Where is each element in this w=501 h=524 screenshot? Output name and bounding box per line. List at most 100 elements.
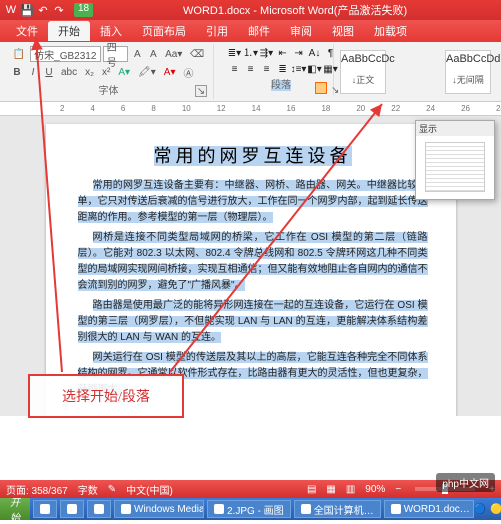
italic-button[interactable]: I xyxy=(26,64,40,80)
word-app-icon[interactable]: W xyxy=(4,3,18,17)
document-area[interactable]: 常用的网罗互连设备 常用的网罗互连设备主要有：中继器、网桥、路由器、网关。中继器… xyxy=(0,116,501,416)
paragraph[interactable]: 网桥是连接不同类型局域网的桥梁，它工作在 OSI 模型的第二层（链路层）。它能对… xyxy=(78,230,428,294)
language-status[interactable]: 中文(中国) xyxy=(126,482,173,497)
page-thumbnail[interactable] xyxy=(425,142,485,192)
change-case-icon[interactable]: Aa▾ xyxy=(162,46,185,62)
task-app-icon xyxy=(67,504,77,514)
char-shading-icon[interactable]: Ⓐ xyxy=(180,64,196,80)
style-tile-nospacing[interactable]: AaBbCcDd ↓无间隔 xyxy=(445,50,491,94)
tab-加载项[interactable]: 加载项 xyxy=(364,21,417,41)
watermark-baidu: Bai经验 xyxy=(6,446,34,480)
task-label: 全国计算机… xyxy=(314,502,374,517)
task-label: Windows Media xyxy=(134,504,204,515)
tab-引用[interactable]: 引用 xyxy=(196,21,238,41)
nav-pane-title: 显示 xyxy=(416,121,494,136)
taskbar-item[interactable] xyxy=(60,500,84,518)
tab-文件[interactable]: 文件 xyxy=(6,21,48,41)
superscript-button[interactable]: x² xyxy=(99,64,113,80)
window-title: WORD1.docx - Microsoft Word(产品激活失败) xyxy=(93,2,497,18)
ribbon-group-paragraph: ≣▾ ⒈▾ ⇶▾ ⇤ ⇥ A↓ ¶ ≡ ≡ ≡ ≣ ↕≡▾ ◧▾ ▦▾ 段落 ↘ xyxy=(214,44,334,95)
annotation-callout: 选择开始/段落 xyxy=(28,374,184,418)
taskbar-item[interactable]: 2.JPG - 画图 xyxy=(207,500,291,518)
tab-视图[interactable]: 视图 xyxy=(322,21,364,41)
ruler-tick: 18 xyxy=(321,104,330,113)
taskbar-item[interactable]: 全国计算机… xyxy=(294,500,381,518)
bold-button[interactable]: B xyxy=(10,64,24,80)
taskbar-item[interactable] xyxy=(87,500,111,518)
view-print-icon[interactable]: ▤ xyxy=(307,484,316,495)
task-app-icon xyxy=(121,504,131,514)
view-web-icon[interactable]: ▥ xyxy=(346,484,355,495)
task-label: 2.JPG - 画图 xyxy=(227,502,284,517)
tab-邮件[interactable]: 邮件 xyxy=(238,21,280,41)
style-name: ↓正文 xyxy=(341,73,385,86)
paragraph-group-label: 段落 ↘ xyxy=(220,78,327,94)
ruler-tick: 12 xyxy=(217,104,226,113)
task-app-icon xyxy=(94,504,104,514)
title-bar: W 💾 ↶ ↷ 18 WORD1.docx - Microsoft Word(产… xyxy=(0,0,501,20)
task-app-icon xyxy=(40,504,50,514)
system-tray[interactable]: 🔵 🟡 ⬛ xyxy=(474,504,501,515)
highlight-icon[interactable]: 🖍▾ xyxy=(135,64,159,80)
ruler-tick: 4 xyxy=(90,104,94,113)
font-name-combo[interactable]: 仿宋_GB2312 xyxy=(30,46,101,62)
paste-button[interactable]: 📋 xyxy=(10,46,28,62)
tab-页面布局[interactable]: 页面布局 xyxy=(132,21,196,41)
tab-审阅[interactable]: 审阅 xyxy=(280,21,322,41)
ruler-tick: 24 xyxy=(426,104,435,113)
ruler-tick: 8 xyxy=(151,104,155,113)
underline-button[interactable]: U xyxy=(42,64,56,80)
ribbon-group-styles: AaBbCcDc ↓正文 AaBbCcDd ↓无间隔 xyxy=(334,44,497,99)
paragraph-dialog-launcher[interactable]: ↘ xyxy=(315,82,327,94)
tab-插入[interactable]: 插入 xyxy=(90,21,132,41)
document-title[interactable]: 常用的网罗互连设备 xyxy=(78,142,428,168)
shrink-font-icon[interactable]: A xyxy=(146,46,160,62)
watermark-phpcn: php中文网 xyxy=(436,473,495,492)
ruler-tick: 16 xyxy=(287,104,296,113)
quick-access-toolbar: W 💾 ↶ ↷ 18 xyxy=(4,3,93,17)
tray-icon[interactable]: 🟡 xyxy=(490,504,501,515)
ruler-tick: 28 xyxy=(496,104,501,113)
grow-font-icon[interactable]: A xyxy=(130,46,144,62)
ruler-tick: 26 xyxy=(461,104,470,113)
update-badge: 18 xyxy=(74,3,93,17)
redo-icon[interactable]: ↷ xyxy=(52,3,66,17)
strike-button[interactable]: abc xyxy=(58,64,80,80)
zoom-out-icon[interactable]: − xyxy=(395,484,401,495)
ruler-tick: 6 xyxy=(121,104,125,113)
paragraph[interactable]: 路由器是使用最广泛的能将异形网连接在一起的互连设备，它运行在 OSI 模型的第三… xyxy=(78,298,428,346)
font-color-icon[interactable]: A▾ xyxy=(161,64,179,80)
taskbar-item[interactable] xyxy=(33,500,57,518)
show-marks-icon[interactable]: ¶ xyxy=(316,46,330,62)
task-label: WORD1.doc… xyxy=(404,504,470,515)
save-icon[interactable]: 💾 xyxy=(20,3,34,17)
status-bar: 页面: 358/367 字数 ✎ 中文(中国) ▤ ▦ ▥ 90% − + xyxy=(0,480,501,498)
ruler-tick: 22 xyxy=(391,104,400,113)
taskbar-item[interactable]: WORD1.doc… xyxy=(384,500,474,518)
tray-icon[interactable]: 🔵 xyxy=(474,504,486,515)
clear-format-icon[interactable]: ⌫ xyxy=(187,46,207,62)
font-dialog-launcher[interactable]: ↘ xyxy=(195,85,207,97)
paragraph[interactable]: 常用的网罗互连设备主要有：中继器、网桥、路由器、网关。中继器比较简单，它只对传送… xyxy=(78,178,428,226)
font-size-combo[interactable]: 四号 xyxy=(103,46,129,62)
horizontal-ruler[interactable]: 2468101214161820222426283032 xyxy=(0,102,501,116)
document-page[interactable]: 常用的网罗互连设备 常用的网罗互连设备主要有：中继器、网桥、路由器、网关。中继器… xyxy=(46,124,456,416)
text-effects-icon[interactable]: A▾ xyxy=(115,64,133,80)
undo-icon[interactable]: ↶ xyxy=(36,3,50,17)
word-count[interactable]: 字数 xyxy=(78,482,98,497)
ruler-tick: 10 xyxy=(182,104,191,113)
zoom-level[interactable]: 90% xyxy=(365,484,385,495)
task-app-icon xyxy=(301,504,311,514)
taskbar-item[interactable]: Windows Media xyxy=(114,500,204,518)
subscript-button[interactable]: x₂ xyxy=(82,64,97,80)
start-button[interactable]: 开始 xyxy=(0,498,30,520)
view-reading-icon[interactable]: ▦ xyxy=(326,484,335,495)
borders-icon[interactable]: ▦▾ xyxy=(316,62,330,78)
tab-开始[interactable]: 开始 xyxy=(48,21,90,41)
ribbon-tabs: 文件开始插入页面布局引用邮件审阅视图加载项 xyxy=(0,20,501,42)
navigation-pane[interactable]: 显示 xyxy=(415,120,495,200)
insert-mode-icon[interactable]: ✎ xyxy=(108,484,116,495)
style-preview: AaBbCcDc xyxy=(341,53,385,65)
ruler-tick: 20 xyxy=(356,104,365,113)
style-tile-normal[interactable]: AaBbCcDc ↓正文 xyxy=(340,50,386,94)
